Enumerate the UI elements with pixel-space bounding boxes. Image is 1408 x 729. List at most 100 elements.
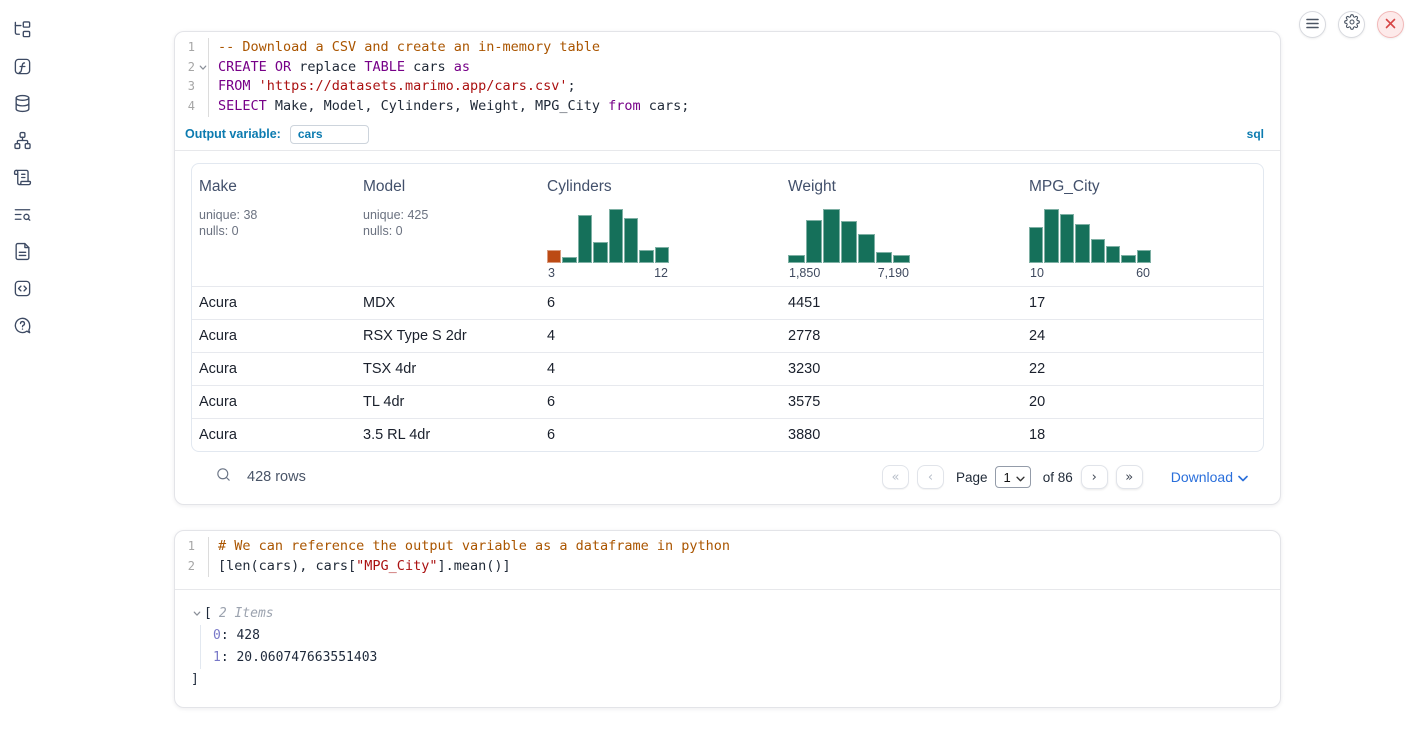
table-row[interactable]: AcuraTL 4dr6357520 — [192, 385, 1263, 418]
column-header-model[interactable]: Modelunique: 425nulls: 0 — [356, 164, 540, 287]
sidebar-item-datasources[interactable] — [12, 96, 32, 116]
sidebar-item-files[interactable] — [12, 22, 32, 42]
histogram-bar — [876, 252, 893, 263]
column-stats: unique: 425nulls: 0 — [363, 207, 532, 240]
histogram-mpg_city: 1060 — [1029, 207, 1151, 280]
line-number-gutter: 1 — [175, 537, 209, 557]
histogram-bar — [593, 242, 607, 263]
histogram-bar — [858, 234, 875, 263]
table-row[interactable]: AcuraTSX 4dr4323022 — [192, 352, 1263, 385]
chevrons-left-icon: « — [891, 470, 899, 485]
column-header-cylinders[interactable]: Cylinders312 — [540, 164, 781, 287]
menu-button[interactable] — [1299, 11, 1326, 38]
histogram-bar — [639, 250, 653, 263]
code-line[interactable]: 4SELECT Make, Model, Cylinders, Weight, … — [175, 97, 1280, 117]
tree-item-count: 2 Items — [219, 603, 274, 625]
list-search-icon — [13, 205, 32, 229]
search-button[interactable] — [215, 466, 232, 488]
output-variable-input[interactable] — [290, 125, 369, 144]
line-number-gutter: 4 — [175, 97, 209, 117]
histogram-bar — [1029, 227, 1043, 263]
python-code-editor[interactable]: 1# We can reference the output variable … — [175, 531, 1280, 588]
column-header-weight[interactable]: Weight1,8507,190 — [781, 164, 1022, 287]
table-row[interactable]: Acura3.5 RL 4dr6388018 — [192, 418, 1263, 451]
histogram-cylinders: 312 — [547, 207, 669, 280]
sidebar-item-help[interactable] — [12, 318, 32, 338]
histogram-bar — [655, 247, 669, 263]
histogram-bar — [1137, 250, 1151, 263]
scroll-icon — [13, 168, 32, 192]
column-header-mpg_city[interactable]: MPG_City1060 — [1022, 164, 1263, 287]
sidebar-item-variables[interactable] — [12, 59, 32, 79]
table-header-row: Makeunique: 38nulls: 0Modelunique: 425nu… — [192, 164, 1263, 287]
python-output-tree: [2 Items0: 4281: 20.060747663551403] — [191, 603, 1264, 691]
code-line[interactable]: 2CREATE OR replace TABLE cars as — [175, 58, 1280, 78]
table-row[interactable]: AcuraMDX6445117 — [192, 286, 1263, 319]
close-icon — [1385, 16, 1396, 34]
histogram-bar — [1091, 239, 1105, 263]
next-page-button[interactable]: › — [1081, 465, 1108, 489]
page-select-value: 1 — [1003, 470, 1010, 485]
histogram-bar — [1075, 224, 1089, 263]
pagination: « ‹ Page 1 of 86 › » Download — [882, 465, 1248, 489]
histogram-bar — [806, 220, 823, 263]
python-code-lines: 1# We can reference the output variable … — [175, 537, 1280, 576]
page-select[interactable]: 1 — [995, 466, 1030, 488]
line-number-gutter: 3 — [175, 77, 209, 97]
histogram-bar — [624, 218, 638, 263]
left-sidebar — [0, 0, 44, 338]
table-footer: 428 rows « ‹ Page 1 of 86 › » Download — [191, 452, 1264, 504]
python-cell-output: [2 Items0: 4281: 20.060747663551403] — [175, 590, 1280, 707]
histogram-bar — [893, 255, 910, 263]
output-variable-bar: Output variable: sql — [175, 122, 1280, 151]
histogram-bar — [609, 209, 623, 263]
histogram-bar — [547, 250, 561, 263]
code-line[interactable]: 3FROM 'https://datasets.marimo.app/cars.… — [175, 77, 1280, 97]
page-label: Page — [956, 470, 988, 485]
download-button[interactable]: Download — [1171, 469, 1248, 485]
line-number-gutter: 2 — [175, 557, 209, 577]
line-number-gutter: 2 — [175, 58, 209, 78]
database-icon — [13, 94, 32, 118]
chevron-right-icon: › — [1092, 470, 1097, 485]
sidebar-item-documentation[interactable] — [12, 244, 32, 264]
sidebar-item-dependencies[interactable] — [12, 133, 32, 153]
hamburger-icon — [1306, 16, 1319, 34]
code-line[interactable]: 2[len(cars), cars["MPG_City"].mean()] — [175, 557, 1280, 577]
last-page-button[interactable]: » — [1116, 465, 1143, 489]
sidebar-item-scratchpad[interactable] — [12, 170, 32, 190]
sidebar-item-snippets[interactable] — [12, 281, 32, 301]
download-label: Download — [1171, 469, 1233, 485]
settings-button[interactable] — [1338, 11, 1365, 38]
table-body: AcuraMDX6445117AcuraRSX Type S 2dr427782… — [192, 286, 1263, 451]
histogram-bar — [1060, 214, 1074, 263]
sql-code-editor[interactable]: 1-- Download a CSV and create an in-memo… — [175, 32, 1280, 122]
tree-item: 0: 428 — [213, 625, 1264, 647]
top-actions — [1299, 11, 1404, 38]
output-variable-label: Output variable: — [185, 127, 281, 141]
code-snippets-icon — [13, 279, 32, 303]
tree-collapse-chevron-icon[interactable] — [191, 609, 203, 618]
prev-page-button[interactable]: ‹ — [917, 465, 944, 489]
file-tree-icon — [13, 20, 32, 44]
histogram-weight: 1,8507,190 — [788, 207, 910, 280]
gear-icon — [1344, 14, 1360, 35]
table-row[interactable]: AcuraRSX Type S 2dr4277824 — [192, 319, 1263, 352]
chevron-down-icon — [1238, 469, 1248, 485]
column-header-make[interactable]: Makeunique: 38nulls: 0 — [192, 164, 356, 287]
sql-cell-output: Makeunique: 38nulls: 0Modelunique: 425nu… — [175, 151, 1280, 505]
chevron-left-icon: ‹ — [928, 470, 933, 485]
function-icon — [13, 57, 32, 81]
notebook-area: 1-- Download a CSV and create an in-memo… — [174, 31, 1281, 708]
first-page-button[interactable]: « — [882, 465, 909, 489]
code-line[interactable]: 1# We can reference the output variable … — [175, 537, 1280, 557]
code-line[interactable]: 1-- Download a CSV and create an in-memo… — [175, 38, 1280, 58]
search-icon — [215, 466, 232, 488]
sql-cell: 1-- Download a CSV and create an in-memo… — [174, 31, 1281, 505]
fold-chevron-icon[interactable] — [197, 62, 208, 74]
chevrons-right-icon: » — [1125, 470, 1133, 485]
histogram-bar — [578, 215, 592, 263]
sidebar-item-logs[interactable] — [12, 207, 32, 227]
line-number-gutter: 1 — [175, 38, 209, 58]
close-button[interactable] — [1377, 11, 1404, 38]
